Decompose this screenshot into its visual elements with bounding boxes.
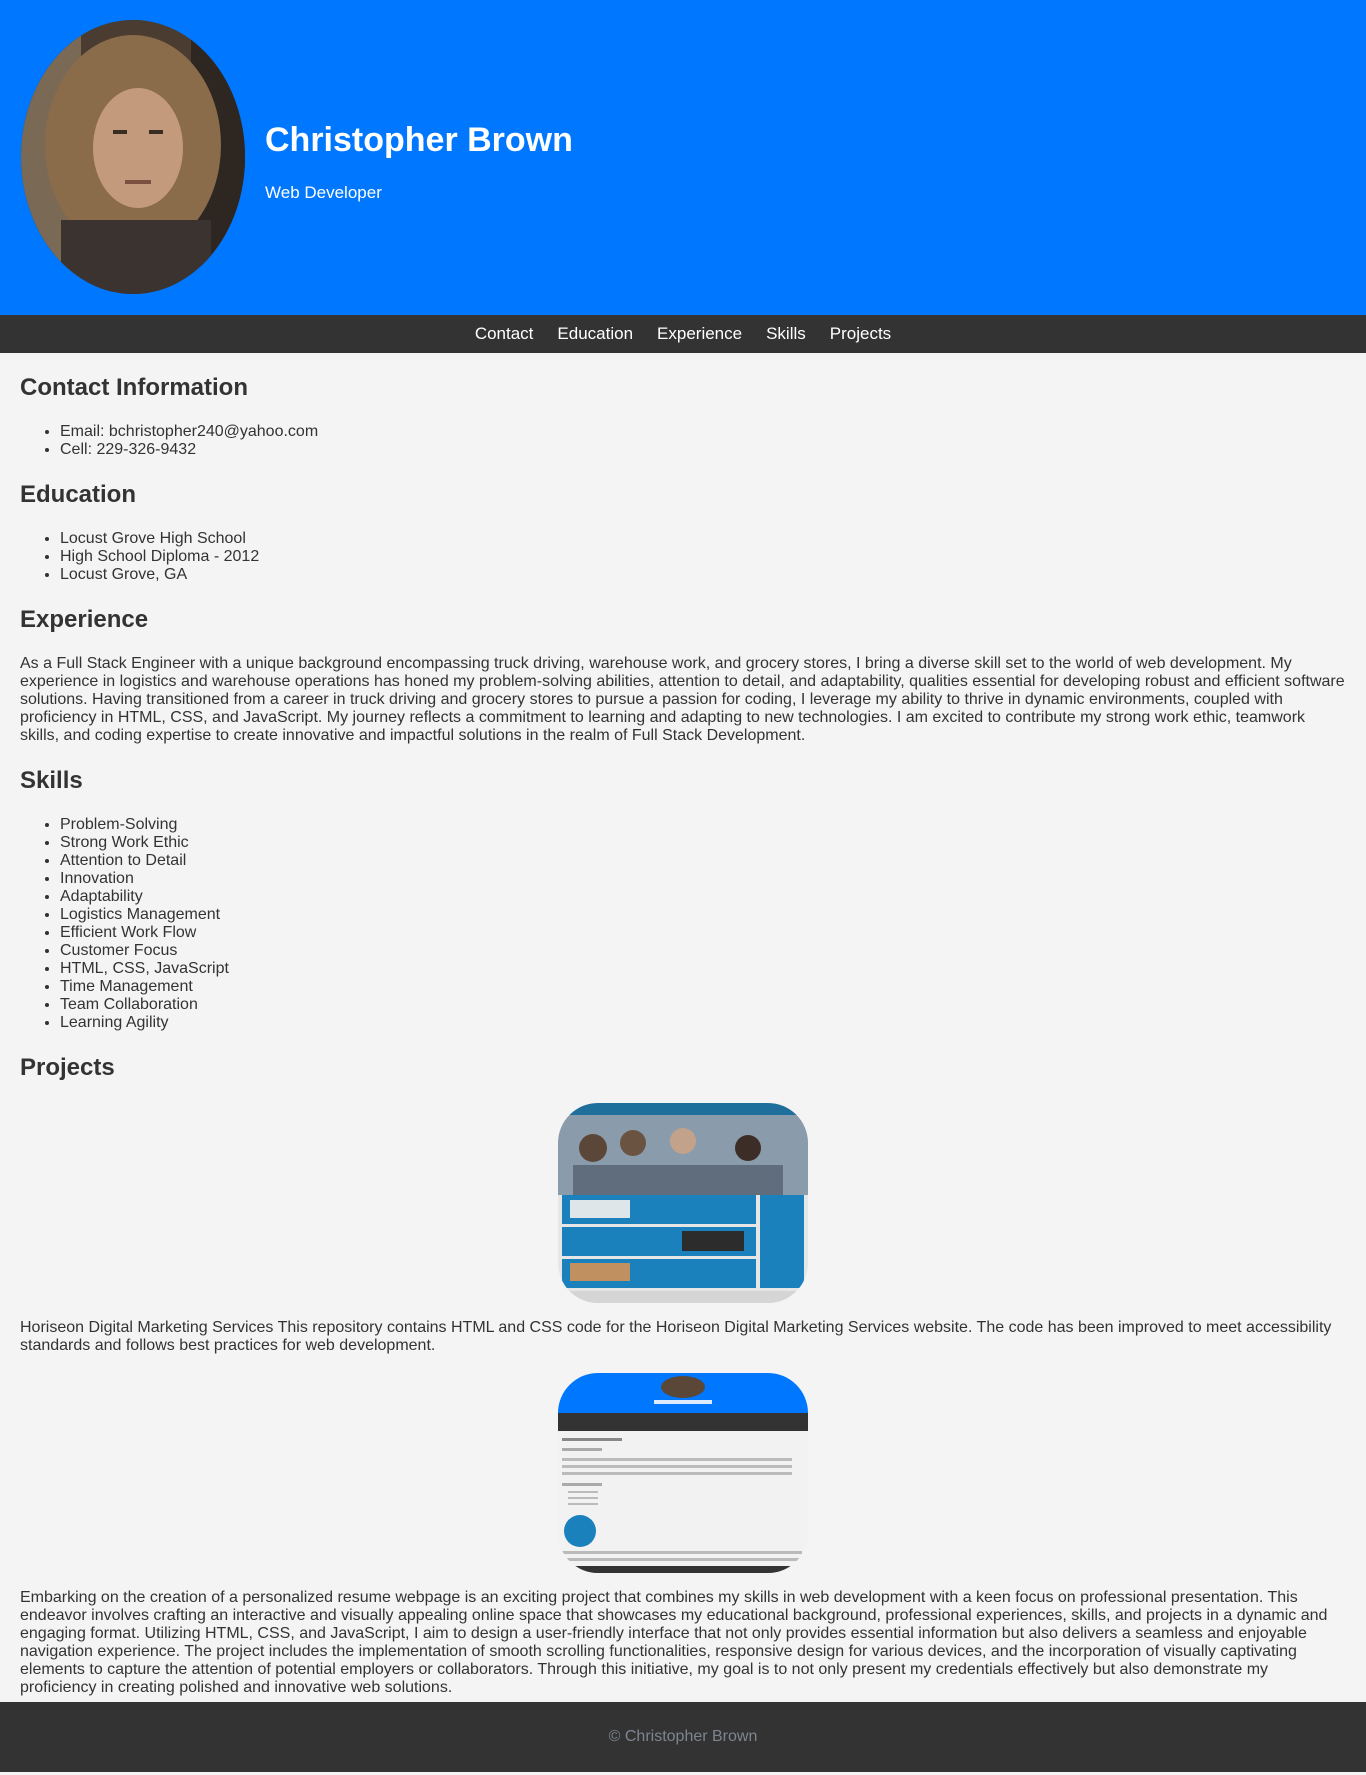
page-header: Christopher Brown Web Developer [0,0,1366,315]
skill-item: Customer Focus [60,942,1346,960]
skill-item: Attention to Detail [60,852,1346,870]
skill-item: Time Management [60,978,1346,996]
education-item: Locust Grove High School [60,530,1346,548]
project-thumbnail-resume[interactable] [558,1373,808,1573]
skills-section: Skills Problem-Solving Strong Work Ethic… [20,767,1346,1032]
experience-text: As a Full Stack Engineer with a unique b… [20,655,1345,744]
skill-item: Team Collaboration [60,996,1346,1014]
nav-link-education[interactable]: Education [545,324,645,344]
education-item: High School Diploma - 2012 [60,548,1346,566]
projects-section: Projects Horiseon Digital Marketing Serv… [20,1054,1346,1697]
projects-heading: Projects [20,1054,115,1081]
contact-cell: Cell: 229-326-9432 [60,441,1346,459]
skill-item: Logistics Management [60,906,1346,924]
experience-section: Experience As a Full Stack Engineer with… [20,606,1346,745]
contact-email: Email: bchristopher240@yahoo.com [60,423,1346,441]
project-thumbnail-horiseon[interactable] [558,1103,808,1303]
experience-heading: Experience [20,606,149,633]
contact-section: Contact Information Email: bchristopher2… [20,353,1346,459]
footer-copyright: © Christopher Brown [608,1728,758,1745]
skill-item: Learning Agility [60,1014,1346,1032]
skill-item: HTML, CSS, JavaScript [60,960,1346,978]
header-role: Web Developer [265,183,382,202]
header-name: Christopher Brown [265,121,573,159]
skill-item: Adaptability [60,888,1346,906]
main-content: Contact Information Email: bchristopher2… [0,353,1366,1697]
education-heading: Education [20,481,137,508]
page-footer: © Christopher Brown [0,1702,1366,1772]
skill-item: Efficient Work Flow [60,924,1346,942]
education-section: Education Locust Grove High School High … [20,481,1346,584]
contact-heading: Contact Information [20,374,248,401]
project-description-horiseon: Horiseon Digital Marketing Services This… [20,1319,1332,1354]
project-description-resume: Embarking on the creation of a personali… [20,1589,1328,1696]
education-item: Locust Grove, GA [60,566,1346,584]
nav-link-skills[interactable]: Skills [754,324,818,344]
skill-item: Strong Work Ethic [60,834,1346,852]
nav-link-experience[interactable]: Experience [645,324,754,344]
nav-link-contact[interactable]: Contact [463,324,546,344]
nav-link-projects[interactable]: Projects [818,324,903,344]
profile-photo [21,20,245,294]
main-navigation: Contact Education Experience Skills Proj… [0,315,1366,353]
skill-item: Problem-Solving [60,816,1346,834]
skill-item: Innovation [60,870,1346,888]
skills-heading: Skills [20,767,83,794]
avatar [21,20,245,294]
